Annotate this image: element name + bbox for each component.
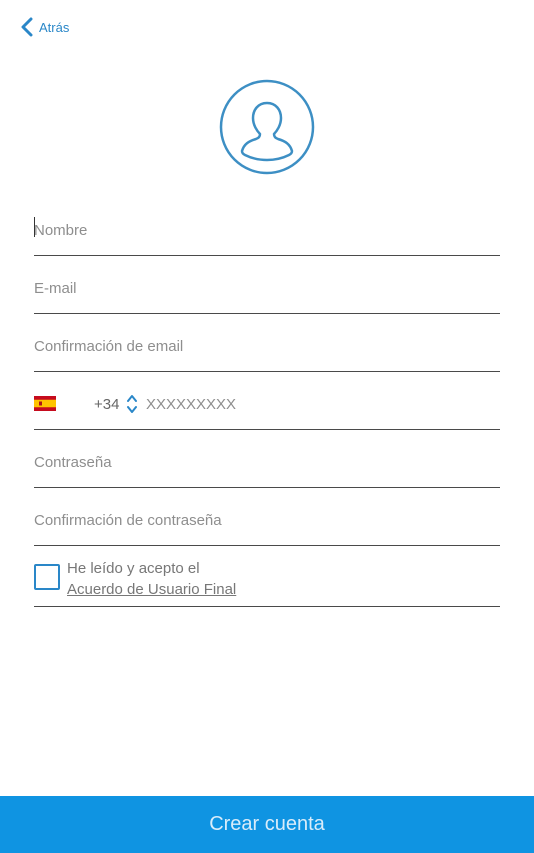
terms-text: He leído y acepto el Acuerdo de Usuario …	[67, 558, 236, 600]
eula-link[interactable]: Acuerdo de Usuario Final	[67, 579, 236, 600]
email-confirm-input[interactable]	[34, 338, 500, 355]
name-input[interactable]	[34, 222, 500, 239]
password-confirm-input[interactable]	[34, 512, 500, 529]
terms-checkbox[interactable]	[34, 564, 60, 590]
phone-field-row: +34	[34, 372, 500, 430]
password-field-row	[34, 430, 500, 488]
user-icon	[219, 79, 315, 175]
create-account-button[interactable]: Crear cuenta	[0, 796, 534, 853]
password-confirm-field-row	[34, 488, 500, 546]
signup-form: +34 He leído y acepto el Acuerdo de Usua…	[34, 198, 500, 607]
country-code: +34	[94, 396, 120, 413]
email-field-row	[34, 256, 500, 314]
back-label: Atrás	[39, 19, 70, 35]
terms-label: He leído y acepto el	[67, 560, 200, 577]
email-input[interactable]	[34, 280, 500, 297]
spain-flag-icon[interactable]	[34, 396, 56, 411]
name-field-row	[34, 198, 500, 256]
chevron-left-icon	[21, 17, 33, 37]
back-button[interactable]: Atrás	[20, 16, 69, 38]
terms-row: He leído y acepto el Acuerdo de Usuario …	[34, 546, 500, 607]
phone-input[interactable]	[146, 396, 496, 413]
country-code-stepper-icon[interactable]	[126, 393, 138, 415]
password-input[interactable]	[34, 454, 500, 471]
email-confirm-field-row	[34, 314, 500, 372]
